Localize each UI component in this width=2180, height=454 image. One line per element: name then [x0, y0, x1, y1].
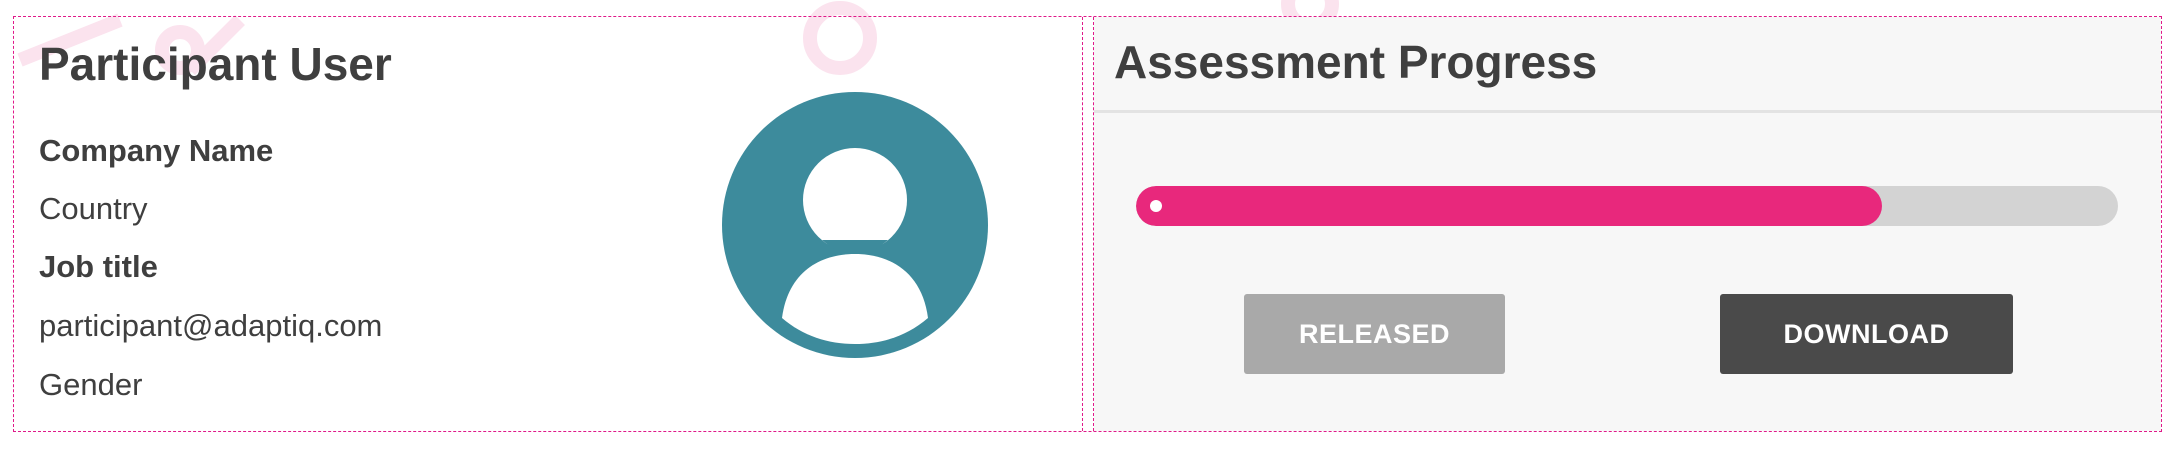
participant-name: Participant User — [39, 38, 392, 90]
progress-bar — [1136, 186, 2118, 226]
assessment-title: Assessment Progress — [1114, 36, 1598, 88]
company-name: Company Name — [39, 133, 274, 168]
participant-panel: Participant User Company Name Country Jo… — [14, 17, 1082, 431]
progress-bar-start-dot — [1150, 200, 1162, 212]
country: Country — [39, 191, 148, 226]
profile-card: Participant User Company Name Country Jo… — [13, 16, 2162, 432]
gender: Gender — [39, 367, 143, 402]
download-button[interactable]: DOWNLOAD — [1720, 294, 2013, 374]
released-button[interactable]: RELEASED — [1244, 294, 1505, 374]
assessment-header: Assessment Progress — [1094, 17, 2161, 113]
panel-divider — [1082, 17, 1094, 431]
progress-bar-fill — [1136, 186, 1883, 226]
email: participant@adaptiq.com — [39, 308, 383, 343]
assessment-panel: Assessment Progress RELEASED DOWNLOAD — [1094, 17, 2161, 431]
job-title: Job title — [39, 249, 158, 284]
user-avatar-icon — [722, 92, 988, 358]
